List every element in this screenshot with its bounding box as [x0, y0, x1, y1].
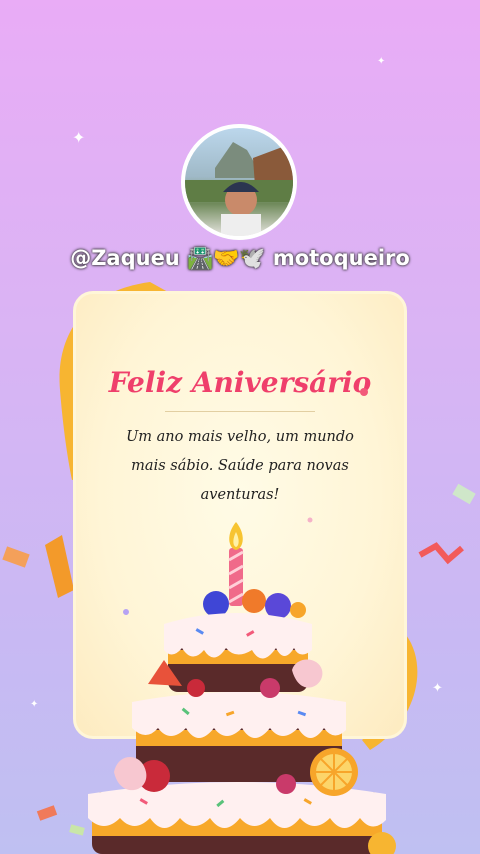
sparkle-icon: ✦ [432, 681, 443, 696]
avatar-photo [185, 142, 293, 236]
title-divider [165, 411, 315, 412]
sparkle-icon: ✦ [72, 128, 86, 147]
sparkle-icon: ✦ [30, 699, 39, 710]
greeting-card [73, 291, 407, 739]
card-title: Feliz Aniversário [108, 366, 372, 399]
sparkle-icon: ✦ [377, 56, 386, 67]
username[interactable]: @Zaqueu 🛣️🤝🕊️ motoqueiro [0, 246, 480, 271]
avatar[interactable] [181, 124, 297, 240]
card-message: Um ano mais velho, um mundo mais sábio. … [126, 429, 354, 503]
